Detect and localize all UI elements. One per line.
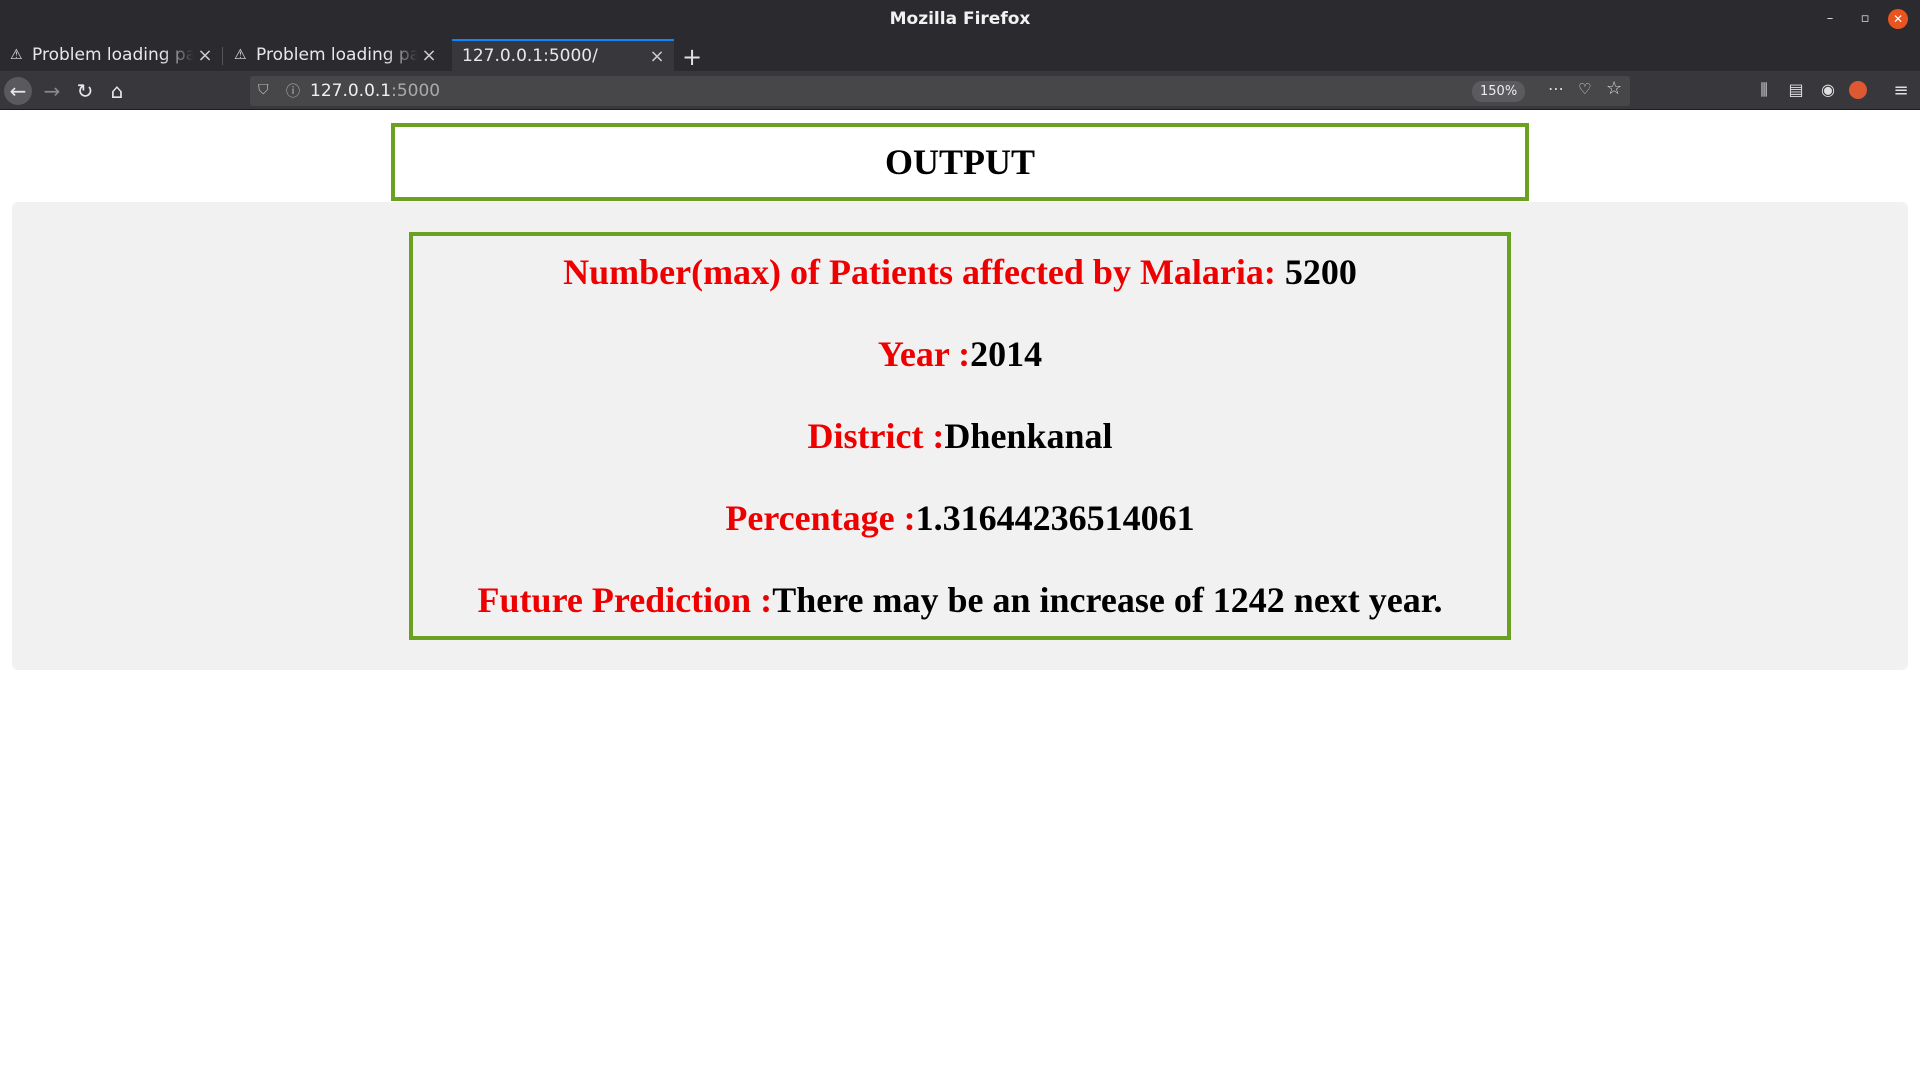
tab-active-localhost[interactable]: 127.0.0.1:5000/ ×	[452, 39, 674, 71]
page-title: OUTPUT	[884, 142, 1035, 182]
year-value: 2014	[970, 334, 1043, 374]
prediction-label: Future Prediction :	[477, 580, 773, 620]
result-row-percentage: Percentage :1.31644236514061	[413, 496, 1507, 540]
url-host: 127.0.0.1	[310, 81, 392, 101]
page-viewport: OUTPUT Number(max) of Patients affected …	[0, 111, 1920, 1080]
tab-separator	[222, 47, 223, 65]
url-text[interactable]: 127.0.0.1:5000	[310, 81, 440, 101]
patients-value: 5200	[1275, 252, 1357, 292]
result-row-district: District :Dhenkanal	[413, 414, 1507, 458]
percentage-value: 1.31644236514061	[915, 498, 1195, 538]
year-label: Year :	[877, 334, 971, 374]
new-tab-button[interactable]: +	[680, 43, 704, 71]
account-icon[interactable]: ◉	[1817, 80, 1839, 99]
duckduckgo-extension-icon[interactable]	[1849, 81, 1867, 99]
pocket-icon[interactable]: ♡	[1578, 80, 1591, 98]
back-button[interactable]: ←	[4, 77, 32, 105]
prediction-value: There may be an increase of 1242 next ye…	[772, 580, 1443, 620]
url-port: :5000	[391, 81, 441, 101]
close-window-button[interactable]: ✕	[1888, 9, 1908, 29]
tracking-shield-icon[interactable]: ⛉	[258, 82, 269, 98]
warning-icon: ⚠	[10, 47, 23, 63]
result-row-prediction: Future Prediction :There may be an incre…	[413, 578, 1507, 622]
tab-label: Problem loading page	[256, 45, 418, 65]
home-button[interactable]: ⌂	[103, 77, 131, 105]
tab-problem-loading-1[interactable]: ⚠ Problem loading page ×	[0, 39, 222, 71]
address-bar[interactable]: ⛉ ⓘ 127.0.0.1:5000 150% ⋯ ♡ ☆	[250, 76, 1630, 106]
tab-close-icon[interactable]: ×	[418, 45, 440, 66]
navigation-toolbar: ← → ↻ ⌂ ⛉ ⓘ 127.0.0.1:5000 150% ⋯ ♡ ☆ ⫼ …	[0, 71, 1920, 110]
district-label: District :	[807, 416, 945, 456]
output-header-box: OUTPUT	[391, 123, 1529, 201]
tab-problem-loading-2[interactable]: ⚠ Problem loading page ×	[224, 39, 446, 71]
forward-button[interactable]: →	[38, 77, 66, 105]
warning-icon: ⚠	[234, 47, 247, 63]
tab-label: Problem loading page	[32, 45, 194, 65]
tab-strip: ⚠ Problem loading page × ⚠ Problem loadi…	[0, 37, 1920, 71]
site-info-icon[interactable]: ⓘ	[286, 81, 300, 101]
district-value: Dhenkanal	[944, 416, 1113, 456]
library-icon[interactable]: ⫼	[1753, 80, 1775, 100]
patients-label: Number(max) of Patients affected by Mala…	[563, 252, 1276, 292]
maximize-window-button[interactable]: ▫	[1855, 9, 1875, 29]
minimize-window-button[interactable]: –	[1820, 9, 1840, 29]
reload-button[interactable]: ↻	[71, 77, 99, 105]
sidebar-icon[interactable]: ▤	[1785, 80, 1807, 99]
tab-close-icon[interactable]: ×	[194, 45, 216, 66]
tab-label: 127.0.0.1:5000/	[462, 46, 598, 66]
window-title: Mozilla Firefox	[889, 9, 1031, 29]
result-panel: Number(max) of Patients affected by Mala…	[12, 202, 1908, 670]
window-titlebar: Mozilla Firefox – ▫ ✕	[0, 0, 1920, 37]
tab-close-icon[interactable]: ×	[646, 46, 668, 67]
hamburger-menu-icon[interactable]: ≡	[1890, 80, 1912, 101]
result-row-year: Year :2014	[413, 332, 1507, 376]
result-row-patients: Number(max) of Patients affected by Mala…	[413, 250, 1507, 294]
result-box: Number(max) of Patients affected by Mala…	[409, 232, 1511, 640]
page-actions-icon[interactable]: ⋯	[1548, 79, 1565, 98]
percentage-label: Percentage :	[725, 498, 916, 538]
zoom-level-badge[interactable]: 150%	[1472, 81, 1526, 102]
bookmark-star-icon[interactable]: ☆	[1606, 78, 1622, 99]
